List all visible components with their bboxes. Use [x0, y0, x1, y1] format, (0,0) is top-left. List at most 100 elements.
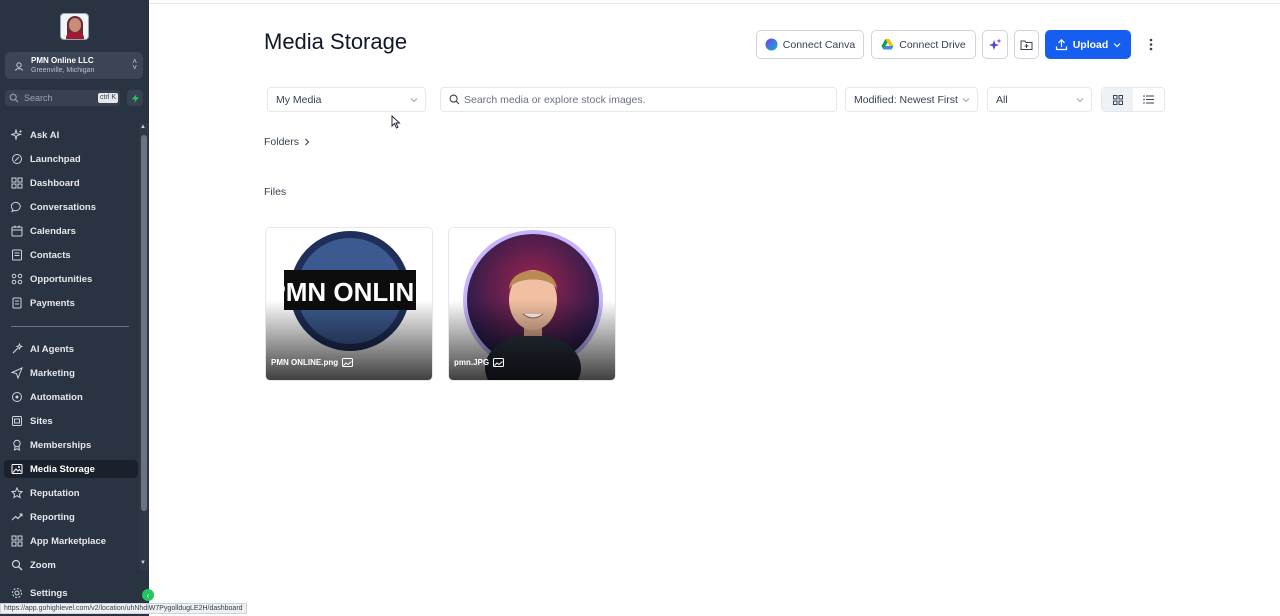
sidebar-item-ask-ai[interactable]: Ask AI [4, 126, 138, 144]
sidebar-item-label: Memberships [30, 439, 92, 451]
top-border [149, 3, 1280, 4]
folder-plus-icon [1020, 40, 1033, 50]
chevron-down-icon [1113, 42, 1121, 47]
sidebar-item-label: Sites [30, 415, 53, 427]
trend-icon [11, 513, 23, 521]
chevron-right-icon [305, 138, 310, 146]
award-icon [13, 439, 21, 451]
sidebar-item-memberships[interactable]: Memberships [4, 436, 138, 454]
agency-avatar[interactable] [60, 13, 89, 40]
page-title: Media Storage [264, 29, 408, 54]
sidebar-item-label: Media Storage [30, 463, 95, 475]
file-card[interactable]: pmn.JPG [448, 227, 616, 381]
sidebar-item-conversations[interactable]: Conversations [4, 198, 138, 216]
media-source-select[interactable]: My Media [267, 87, 426, 112]
sidebar-item-label: Reputation [30, 487, 80, 499]
sidebar-item-dashboard[interactable]: Dashboard [4, 174, 138, 192]
upload-label: Upload [1072, 38, 1109, 51]
new-folder-button[interactable] [1014, 30, 1039, 59]
file-name: pmn.JPG [454, 358, 490, 367]
connect-drive-button[interactable]: Connect Drive [871, 30, 976, 59]
sidebar-item-label: Settings [30, 587, 68, 599]
grid-view-button[interactable] [1102, 88, 1133, 111]
sidebar-item-calendars[interactable]: Calendars [4, 222, 138, 240]
send-icon [11, 367, 23, 379]
view-toggle [1101, 87, 1165, 112]
apps-icon [11, 535, 23, 547]
list-view-button[interactable] [1133, 88, 1164, 111]
star-icon [11, 487, 23, 499]
folders-toggle[interactable]: Folders [264, 136, 311, 148]
chevron-down-icon [410, 98, 418, 103]
sidebar-item-zoom[interactable]: Zoom [4, 556, 138, 574]
bolt-icon [131, 93, 139, 103]
connect-canva-button[interactable]: Connect Canva [756, 30, 864, 59]
sidebar-item-label: Payments [30, 297, 75, 309]
payments-icon [12, 297, 22, 309]
sidebar-item-payments[interactable]: Payments [4, 294, 138, 312]
sidebar-item-media-storage[interactable]: Media Storage [4, 460, 138, 478]
sidebar-divider [11, 326, 129, 327]
search-icon [449, 94, 460, 105]
sparkle-icon [11, 129, 23, 141]
grid-icon [11, 177, 23, 189]
sidebar-item-reputation[interactable]: Reputation [4, 484, 138, 502]
sidebar-item-sites[interactable]: Sites [4, 412, 138, 430]
status-url-tooltip: https://app.gohighlevel.com/v2/location/… [0, 603, 247, 614]
connect-drive-label: Connect Drive [899, 38, 966, 51]
image-file-icon [493, 358, 505, 367]
canva-icon [765, 38, 778, 51]
automation-icon [12, 392, 22, 402]
sidebar-item-app-marketplace[interactable]: App Marketplace [4, 532, 138, 550]
sidebar: PMN Online LLC Greenville, Michigan ˄ ˅ S… [0, 0, 154, 616]
mouse-cursor-icon [391, 115, 401, 129]
scroll-down-icon[interactable]: ▼ [140, 560, 146, 566]
file-card[interactable]: PMN ONLINE PMN ONLINE.png [265, 227, 433, 381]
sidebar-item-label: Conversations [30, 201, 96, 213]
sites-icon [12, 416, 22, 426]
connect-canva-label: Connect Canva [782, 38, 856, 51]
sidebar-item-label: Automation [30, 391, 83, 403]
zoom-icon [11, 559, 23, 571]
account-switcher[interactable]: PMN Online LLC Greenville, Michigan ˄ ˅ [5, 52, 143, 79]
grid-view-icon [1112, 94, 1123, 105]
switch-chevrons-icon: ˄ ˅ [132, 57, 137, 72]
folders-label: Folders [264, 136, 300, 148]
sidebar-item-ai-agents[interactable]: AI Agents [4, 340, 138, 358]
sidebar-search[interactable]: Search ctrl K [5, 90, 120, 106]
ai-agents-icon [12, 343, 23, 354]
contacts-icon [12, 249, 22, 261]
sidebar-item-opportunities[interactable]: Opportunities [4, 270, 138, 288]
sort-select[interactable]: Modified: Newest First [845, 87, 978, 112]
gear-icon [12, 588, 22, 598]
image-file-icon [342, 358, 354, 367]
sidebar-item-automation[interactable]: Automation [4, 388, 138, 406]
quick-action-button[interactable] [127, 90, 143, 106]
location-icon [12, 59, 26, 73]
sidebar-item-label: Calendars [30, 225, 76, 237]
media-search-input[interactable] [464, 93, 824, 106]
sidebar-item-label: Contacts [30, 249, 71, 261]
sidebar-item-label: Reporting [30, 511, 75, 523]
sidebar-item-label: App Marketplace [30, 535, 107, 547]
sidebar-item-launchpad[interactable]: Launchpad [4, 150, 138, 168]
file-type-select[interactable]: All [987, 87, 1092, 112]
upload-button[interactable]: Upload [1045, 30, 1131, 59]
image-icon [11, 464, 23, 474]
collapse-sidebar-button[interactable]: ‹ [142, 589, 154, 601]
media-search[interactable] [440, 87, 837, 112]
chevron-down-icon [962, 98, 970, 103]
sidebar-item-settings[interactable]: Settings [4, 584, 138, 602]
sidebar-item-contacts[interactable]: Contacts [4, 246, 138, 264]
sort-value: Modified: Newest First [854, 93, 958, 106]
sidebar-search-placeholder: Search [24, 93, 53, 103]
sidebar-item-reporting[interactable]: Reporting [4, 508, 138, 526]
upload-icon [1055, 38, 1067, 51]
scroll-up-icon[interactable]: ▲ [140, 124, 146, 130]
file-name: PMN ONLINE.png [271, 358, 339, 367]
ai-magic-button[interactable] [982, 30, 1008, 59]
sidebar-scroll-thumb[interactable] [141, 135, 147, 511]
google-drive-icon [881, 39, 894, 50]
sidebar-item-marketing[interactable]: Marketing [4, 364, 138, 382]
more-options-button[interactable] [1137, 30, 1164, 59]
